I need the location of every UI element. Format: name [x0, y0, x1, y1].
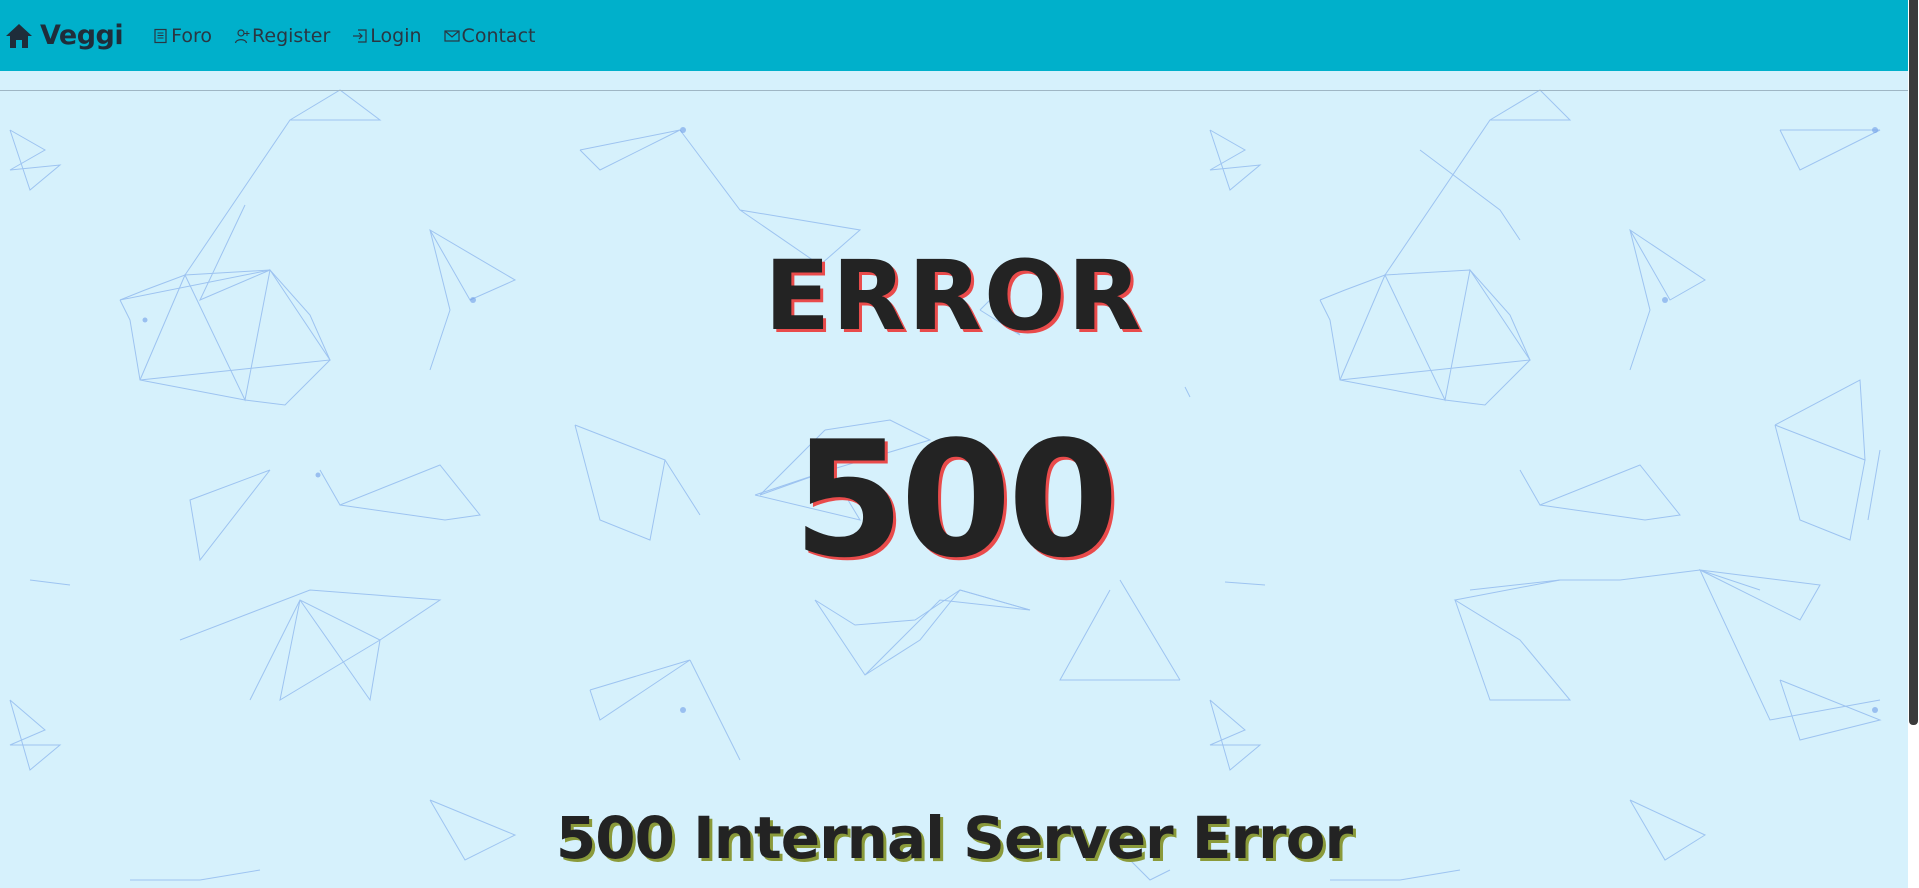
nav-item-label: Foro [171, 24, 213, 47]
document-icon [154, 28, 167, 43]
nav-item-contact[interactable]: Contact [443, 24, 536, 47]
nav-item-login[interactable]: Login [352, 24, 422, 47]
scrollbar-thumb[interactable] [1909, 0, 1918, 725]
nav-item-label: Register [252, 24, 331, 47]
error-message: 500 Internal Server Error [555, 804, 1353, 873]
user-add-icon [234, 28, 250, 43]
navbar-divider [0, 90, 1908, 91]
nav-links: Foro Register Login Contact [153, 25, 557, 47]
nav-item-register[interactable]: Register [234, 25, 330, 47]
home-icon [6, 23, 32, 48]
error-heading: ERROR [764, 240, 1144, 353]
nav-item-foro[interactable]: Foro [153, 25, 212, 47]
brand-link[interactable]: Veggi [4, 20, 124, 51]
top-navbar: Veggi Foro Register Login Contact [0, 0, 1908, 71]
vertical-scrollbar[interactable] [1908, 0, 1919, 888]
login-icon [353, 28, 367, 43]
error-code: 500 [793, 406, 1119, 593]
nav-item-label: Contact [461, 24, 536, 47]
mail-icon [443, 29, 460, 42]
nav-item-label: Login [370, 24, 422, 47]
brand-name: Veggi [40, 20, 124, 51]
